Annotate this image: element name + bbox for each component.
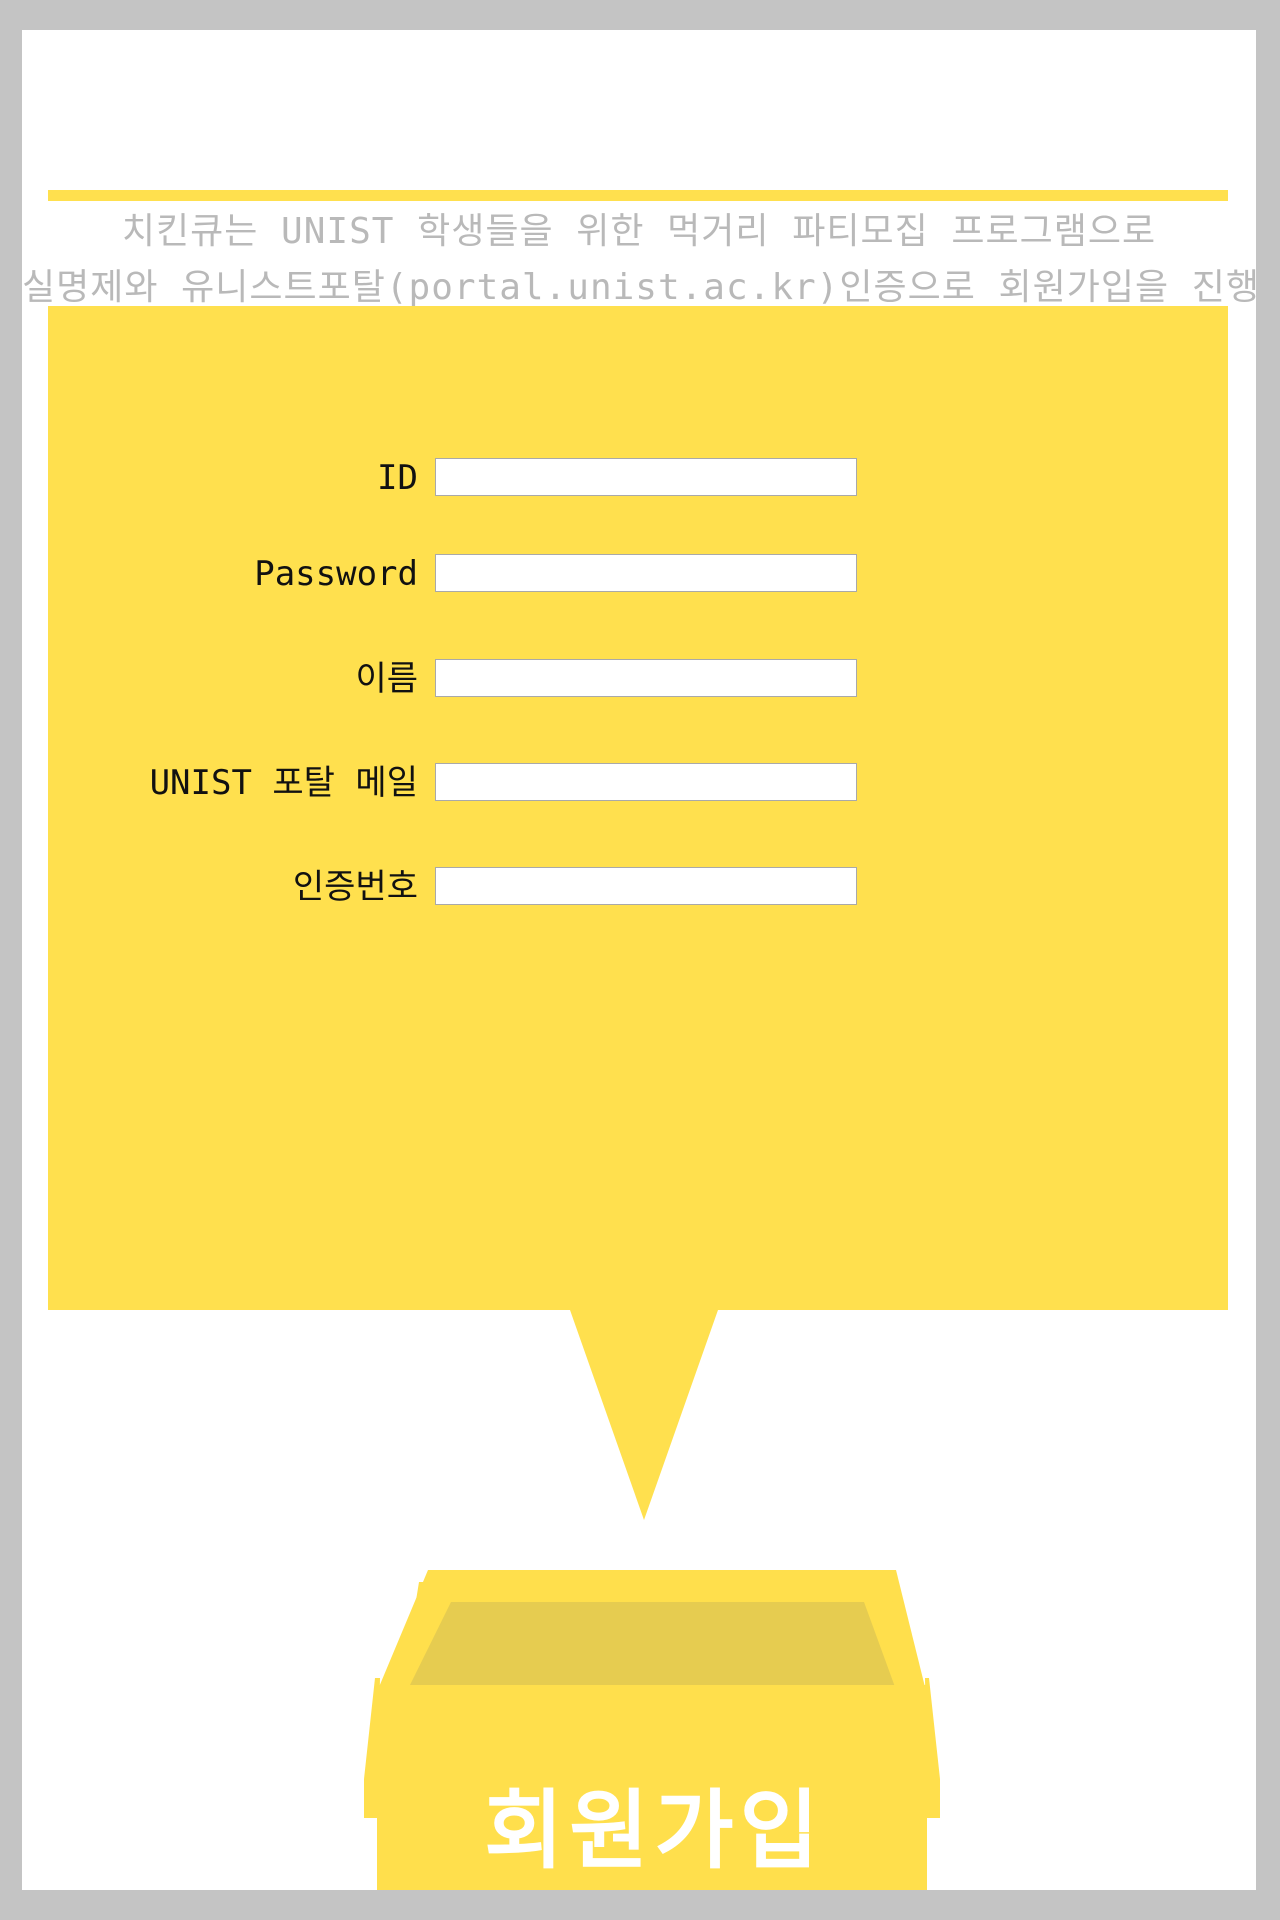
signup-box: 회원가입 [362,1570,942,1890]
accent-bar [48,190,1228,201]
signup-button-label: 회원가입 [484,1781,825,1881]
form-row-password: Password [48,554,1228,596]
password-label: Password [254,554,418,594]
form-row-email: UNIST 포탈 메일 [48,763,1228,805]
id-input[interactable] [435,458,857,496]
portal-email-label: UNIST 포탈 메일 [149,763,418,803]
intro-line-2: 실명제와 유니스트포탈(portal.unist.ac.kr)인증으로 회원가입… [22,267,1256,308]
name-label: 이름 [355,659,418,699]
signup-form-panel: ID Password 이름 UNIST 포탈 메일 인증번호 [48,306,1228,1310]
verification-code-input[interactable] [435,867,857,905]
verification-code-label: 인증번호 [292,867,418,907]
form-row-id: ID [48,458,1228,500]
id-label: ID [377,458,418,498]
signup-button[interactable]: 회원가입 [362,1570,942,1890]
form-row-name: 이름 [48,659,1228,701]
signup-card: 치킨큐는 UNIST 학생들을 위한 먹거리 파티모집 프로그램으로 실명제와 … [22,30,1256,1890]
password-input[interactable] [435,554,857,592]
name-input[interactable] [435,659,857,697]
speech-bubble-pointer [570,1310,718,1520]
portal-email-input[interactable] [435,763,857,801]
form-row-code: 인증번호 [48,867,1228,909]
intro-line-1: 치킨큐는 UNIST 학생들을 위한 먹거리 파티모집 프로그램으로 [121,211,1157,252]
